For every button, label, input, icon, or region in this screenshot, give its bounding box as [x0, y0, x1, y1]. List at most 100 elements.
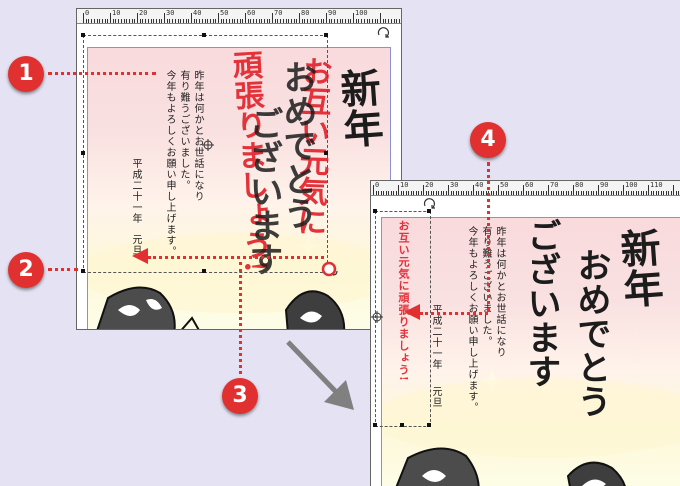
- ruler-tick: [253, 19, 255, 23]
- ruler-tick: [377, 19, 379, 23]
- ruler-tick: [390, 191, 392, 195]
- ruler-tick: [301, 19, 303, 23]
- title-gozaimasu[interactable]: ございます: [521, 218, 561, 388]
- ruler-tick: [363, 19, 365, 23]
- ruler-tick: [588, 191, 589, 195]
- ruler-tick: [528, 191, 529, 195]
- ruler-tick: [358, 19, 360, 23]
- ruler-tick: [328, 19, 330, 23]
- selection-handle[interactable]: [324, 33, 328, 37]
- ruler-tick: [410, 191, 412, 195]
- selection-handle[interactable]: [202, 269, 206, 273]
- ruler-tick: [390, 19, 392, 23]
- selection-handle[interactable]: [427, 423, 431, 427]
- ruler-tick: [578, 191, 579, 195]
- ruler-tick: [234, 19, 236, 23]
- ruler-tick: [480, 191, 482, 195]
- selection-handle[interactable]: [81, 151, 85, 155]
- ruler-tick: [174, 19, 176, 23]
- ruler-tick: [315, 19, 317, 23]
- selection-handle[interactable]: [400, 423, 404, 427]
- ruler-tick: [610, 191, 612, 195]
- ruler-tick: [261, 19, 263, 23]
- ruler-tick: [139, 19, 141, 23]
- ruler-tick: [239, 19, 241, 23]
- ruler-tick: [277, 19, 279, 23]
- rotate-handle-icon[interactable]: [423, 197, 437, 209]
- ruler-tick: [188, 19, 190, 23]
- ruler-tick: [142, 19, 144, 23]
- ruler-number: 10: [112, 9, 121, 17]
- ruler-tick: [465, 191, 467, 195]
- callout-marker-3: 3: [222, 378, 258, 414]
- selection-frame[interactable]: [375, 211, 431, 427]
- ruler-tick: [393, 19, 395, 23]
- selection-handle[interactable]: [81, 269, 85, 273]
- ruler-tick: [475, 191, 477, 195]
- ruler-tick: [460, 191, 462, 195]
- ruler-tick: [269, 19, 271, 23]
- selection-handle[interactable]: [373, 423, 377, 427]
- ruler-tick: [166, 19, 168, 23]
- ruler-tick: [428, 191, 429, 195]
- title-omedetou[interactable]: おめでとう: [571, 248, 611, 418]
- body-line-1: 昨年は何かとお世話になり: [494, 226, 505, 358]
- ruler-tick: [215, 19, 217, 23]
- selection-frame[interactable]: [83, 35, 328, 273]
- ruler-tick: [443, 191, 444, 195]
- ruler-tick: [255, 19, 257, 23]
- ruler-tick: [625, 191, 627, 195]
- ruler-tick: [385, 191, 387, 195]
- selection-handle[interactable]: [427, 209, 431, 213]
- ruler-tick: [520, 191, 522, 195]
- ruler-tick: [420, 191, 422, 195]
- ruler-tick: [505, 191, 507, 195]
- ruler-tick: [158, 19, 160, 23]
- ruler-number: 70: [550, 181, 559, 189]
- ruler-tick: [423, 185, 424, 195]
- ruler-number: 30: [166, 9, 175, 17]
- ruler-tick: [180, 19, 182, 23]
- ruler-tick: [570, 191, 572, 195]
- ruler-tick: [336, 19, 338, 23]
- move-crosshair-icon[interactable]: [371, 311, 383, 323]
- ruler-tick: [523, 185, 524, 195]
- callout-leader-3: [239, 262, 242, 374]
- ruler-tick: [378, 191, 379, 195]
- ruler-tick: [545, 191, 547, 195]
- ruler-tick: [673, 185, 674, 195]
- selection-handle[interactable]: [202, 33, 206, 37]
- horizontal-ruler[interactable]: 0 10 20 30 40 50 60 70 80 90 100 110: [371, 181, 680, 196]
- ruler-tick: [455, 191, 457, 195]
- ruler-number: 70: [274, 9, 283, 17]
- selection-handle[interactable]: [324, 151, 328, 155]
- ruler-tick: [312, 19, 314, 23]
- ruler-tick: [350, 19, 352, 23]
- ruler-tick: [498, 185, 499, 195]
- move-crosshair-icon[interactable]: [202, 139, 214, 151]
- title-new-year[interactable]: 新年: [332, 66, 384, 149]
- ruler-tick: [369, 19, 371, 23]
- editor-panel-after: 0 10 20 30 40 50 60 70 80 90 100 110 新年 おめでとう ございます…: [370, 180, 680, 486]
- ruler-tick: [155, 19, 157, 23]
- ruler-number: 100: [625, 181, 638, 189]
- ruler-tick: [663, 191, 664, 195]
- horizontal-ruler[interactable]: 0 10 20 30 40 50 60 70 80 90 100: [77, 9, 401, 24]
- ruler-number: 10: [400, 181, 409, 189]
- selection-handle[interactable]: [81, 33, 85, 37]
- ruler-tick: [182, 19, 184, 23]
- ruler-tick: [285, 19, 287, 23]
- ruler-tick: [304, 19, 306, 23]
- rotate-handle-icon[interactable]: [377, 26, 391, 38]
- ruler-tick: [112, 19, 114, 23]
- selection-handle[interactable]: [373, 209, 377, 213]
- ruler-tick: [585, 191, 587, 195]
- ruler-tick: [126, 19, 128, 23]
- ruler-tick: [555, 191, 557, 195]
- title-new-year[interactable]: 新年: [612, 226, 664, 309]
- ruler-tick: [134, 19, 136, 23]
- ruler-tick: [355, 19, 357, 23]
- ruler-tick: [199, 19, 201, 23]
- ruler-number: 30: [450, 181, 459, 189]
- ruler-tick: [123, 19, 125, 23]
